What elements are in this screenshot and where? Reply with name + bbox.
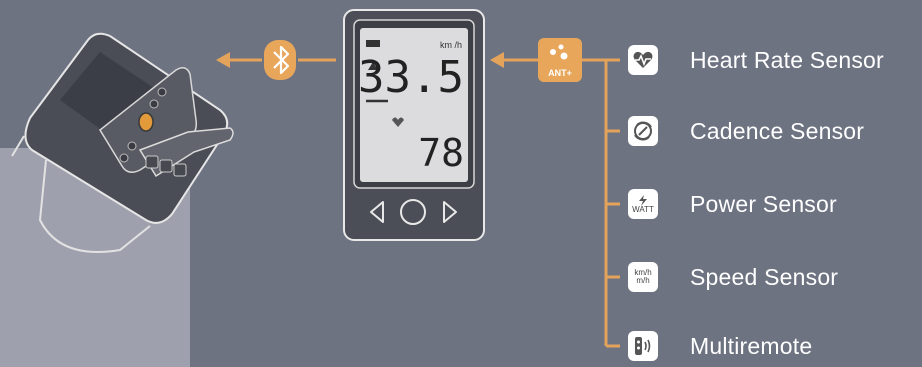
speed-kmh-icon: km/h m/h — [628, 262, 658, 292]
speed-unit-label: km /h — [440, 40, 462, 50]
multiremote-icon — [628, 331, 658, 361]
power-watt-icon: WATT — [628, 189, 658, 219]
sensor-power: WATT Power Sensor — [628, 186, 837, 222]
sensor-label: Heart Rate Sensor — [690, 46, 884, 73]
sensor-label: Cadence Sensor — [690, 117, 865, 144]
heart-pulse-icon — [628, 45, 658, 75]
ecosystem-diagram: km /h 33.5 78 ANT+ Heart Rate Sensor Cad… — [0, 0, 922, 367]
sensor-label: Speed Sensor — [690, 263, 839, 290]
sensor-speed: km/h m/h Speed Sensor — [628, 259, 838, 295]
sensor-label: Power Sensor — [690, 190, 837, 217]
sensor-label: Multiremote — [690, 332, 813, 359]
ant-label: ANT+ — [548, 68, 572, 78]
sensor-heart-rate: Heart Rate Sensor — [628, 42, 884, 78]
speed-readout: 33.5 — [358, 52, 464, 103]
watt-icon-text: WATT — [632, 204, 654, 214]
mph-icon-text: m/h — [636, 276, 650, 285]
bike-computer — [343, 9, 485, 241]
bluetooth-link — [216, 40, 336, 80]
cadence-rotation-icon — [628, 116, 658, 146]
sensor-multiremote: Multiremote — [628, 328, 812, 364]
cadence-readout: 78 — [418, 131, 464, 175]
ant-link — [490, 38, 620, 348]
sensor-cadence: Cadence Sensor — [628, 113, 864, 149]
